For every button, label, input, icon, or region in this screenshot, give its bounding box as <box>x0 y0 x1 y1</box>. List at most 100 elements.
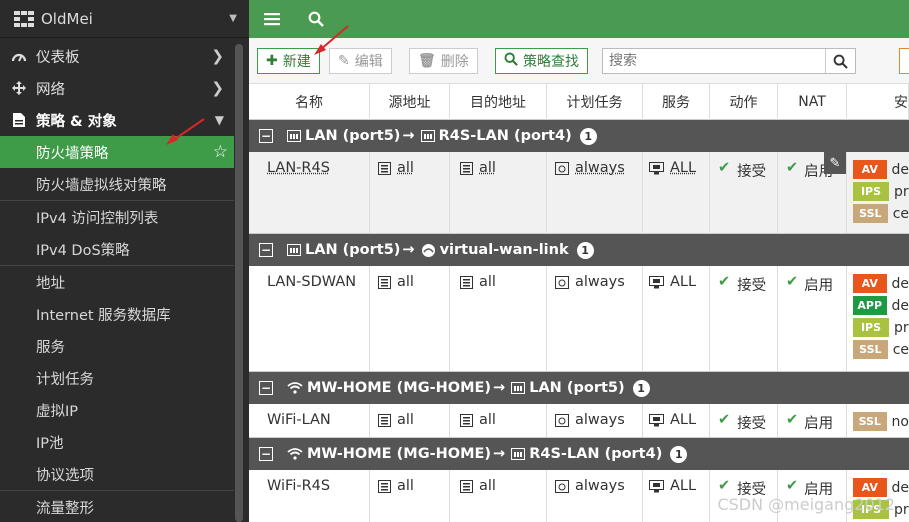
service-icon <box>649 414 664 427</box>
favorite-star-icon[interactable]: ☆ <box>213 142 228 162</box>
service-value[interactable]: ALL <box>670 412 696 428</box>
policy-lookup-button[interactable]: 策略查找 <box>495 48 588 74</box>
service-cell: ALL <box>643 404 710 437</box>
destination-value[interactable]: all <box>479 478 496 494</box>
sidebar-item-protocol-options[interactable]: 协议选项 <box>0 458 234 490</box>
chevron-down-icon: ▼ <box>214 113 224 127</box>
action-value: 接受 <box>737 278 767 294</box>
sidebar-item-address[interactable]: 地址 <box>0 266 234 298</box>
interface-pair-header[interactable]: − MW-HOME (MG-HOME) → R4S-LAN (port4) 1 <box>249 438 909 470</box>
av-tag: AV <box>853 160 887 179</box>
profile-text: de <box>891 161 909 178</box>
service-value[interactable]: ALL <box>670 274 696 290</box>
port-icon <box>287 244 301 256</box>
interface-pair-header[interactable]: − MW-HOME (MG-HOME) → LAN (port5) 1 <box>249 372 909 404</box>
wifi-icon <box>287 448 303 460</box>
address-icon <box>460 276 473 289</box>
policy-name-cell: LAN-SDWAN <box>249 266 370 371</box>
interface-pair-header[interactable]: − LAN (port5) → R4S-LAN (port4) 1 <box>249 120 909 152</box>
schedule-value[interactable]: always <box>575 160 625 176</box>
destination-cell: all <box>450 152 547 233</box>
sidebar-item-label: 仪表板 <box>36 49 80 66</box>
collapse-icon[interactable]: − <box>259 381 273 395</box>
schedule-cell: always <box>547 152 643 233</box>
search-input[interactable] <box>603 49 825 73</box>
table-row[interactable]: WiFi-LAN all all always ALL ✔ 接受 ✔ 启用 SSL n… <box>249 404 909 438</box>
sidebar: OldMei ▼ 仪表板 ❯ 网络 ❯ 策略 & 对象 ▼ 防火墙策略 ☆ 防火… <box>0 0 249 522</box>
nat-value: 启用 <box>804 416 834 432</box>
collapse-icon[interactable]: − <box>259 243 273 257</box>
policy-count-badge: 1 <box>670 445 688 463</box>
destination-value[interactable]: all <box>479 412 496 428</box>
policy-name[interactable]: WiFi-LAN <box>267 412 331 428</box>
arrow-right-icon: → <box>402 242 415 258</box>
schedule-value[interactable]: always <box>575 274 625 290</box>
destination-value[interactable]: all <box>479 274 496 290</box>
column-header-security-profiles[interactable]: 安 <box>847 84 909 120</box>
source-cell: all <box>370 152 450 233</box>
profile-badge[interactable]: AV de <box>853 160 909 179</box>
vdom-title: OldMei <box>41 9 93 28</box>
collapse-icon[interactable]: − <box>259 129 273 143</box>
profile-badge[interactable]: AV de <box>853 274 909 293</box>
policy-icon <box>10 112 28 128</box>
profile-badge[interactable]: SSL ce <box>853 340 909 359</box>
profile-badge[interactable]: IPS pr <box>853 318 909 337</box>
schedule-value[interactable]: always <box>575 412 625 428</box>
sidebar-item-internet-service-db[interactable]: Internet 服务数据库 <box>0 298 234 330</box>
sidebar-item-virtual-ip[interactable]: 虚拟IP <box>0 394 234 426</box>
schedule-value[interactable]: always <box>575 478 625 494</box>
checkmark-icon: ✔ <box>718 478 731 494</box>
column-header-schedule[interactable]: 计划任务 <box>547 84 643 120</box>
column-header-destination[interactable]: 目的地址 <box>450 84 547 120</box>
sidebar-item-network[interactable]: 网络 ❯ <box>0 72 234 104</box>
profile-text: de <box>891 275 909 292</box>
policy-name[interactable]: WiFi-R4S <box>267 478 330 494</box>
sidebar-item-traffic-shaping[interactable]: 流量整形 <box>0 491 234 522</box>
policy-search <box>602 48 856 74</box>
hamburger-menu-icon[interactable] <box>261 12 283 26</box>
source-value[interactable]: all <box>397 478 414 494</box>
sidebar-item-ipv4-dos[interactable]: IPv4 DoS策略 <box>0 233 234 265</box>
service-value[interactable]: ALL <box>670 478 696 494</box>
search-submit-button[interactable] <box>825 49 855 73</box>
source-interface: MW-HOME (MG-HOME) <box>307 380 492 396</box>
ips-tag: IPS <box>853 182 889 201</box>
export-button[interactable] <box>899 48 909 74</box>
source-value[interactable]: all <box>397 160 414 176</box>
table-row[interactable]: LAN-R4S all all always ALL ✔ 接受 ✔ 启用 ✎ AV de… <box>249 152 909 234</box>
column-header-name[interactable]: 名称 <box>249 84 370 120</box>
sidebar-item-services[interactable]: 服务 <box>0 330 234 362</box>
sidebar-item-dashboard[interactable]: 仪表板 ❯ <box>0 40 234 72</box>
sidebar-item-virtual-wire-policy[interactable]: 防火墙虚拟线对策略 <box>0 168 234 200</box>
profile-badge[interactable]: IPS pr <box>853 182 909 201</box>
sidebar-item-ipv4-acl[interactable]: IPv4 访问控制列表 <box>0 201 234 233</box>
sidebar-scrollbar[interactable] <box>235 44 243 522</box>
column-header-nat[interactable]: NAT <box>778 84 847 120</box>
profile-badge[interactable]: SSL no <box>853 412 909 431</box>
service-value[interactable]: ALL <box>670 160 696 176</box>
column-header-source[interactable]: 源地址 <box>370 84 450 120</box>
column-header-action[interactable]: 动作 <box>710 84 778 120</box>
policy-name[interactable]: LAN-SDWAN <box>267 274 356 290</box>
policy-count-badge: 1 <box>632 379 650 397</box>
destination-cell: all <box>450 266 547 371</box>
policy-name[interactable]: LAN-R4S <box>267 160 330 176</box>
address-icon <box>378 414 391 427</box>
destination-value[interactable]: all <box>479 160 496 176</box>
column-header-service[interactable]: 服务 <box>643 84 710 120</box>
policy-count-badge: 1 <box>576 241 594 259</box>
delete-label: 删除 <box>440 54 469 70</box>
collapse-icon[interactable]: − <box>259 447 273 461</box>
sidebar-item-ip-pools[interactable]: IP池 <box>0 426 234 458</box>
profile-badge[interactable]: APP de <box>853 296 909 315</box>
interface-pair-header[interactable]: − LAN (port5) → virtual-wan-link 1 <box>249 234 909 266</box>
table-row[interactable]: LAN-SDWAN all all always ALL ✔ 接受 ✔ 启用 AV d… <box>249 266 909 372</box>
vdom-selector[interactable]: OldMei ▼ <box>0 0 249 38</box>
delete-button[interactable]: 🗑 删除 <box>409 48 478 74</box>
sidebar-item-schedules[interactable]: 计划任务 <box>0 362 234 394</box>
profile-badge[interactable]: SSL ce <box>853 204 909 223</box>
source-value[interactable]: all <box>397 412 414 428</box>
pencil-icon[interactable]: ✎ <box>824 152 846 174</box>
source-value[interactable]: all <box>397 274 414 290</box>
